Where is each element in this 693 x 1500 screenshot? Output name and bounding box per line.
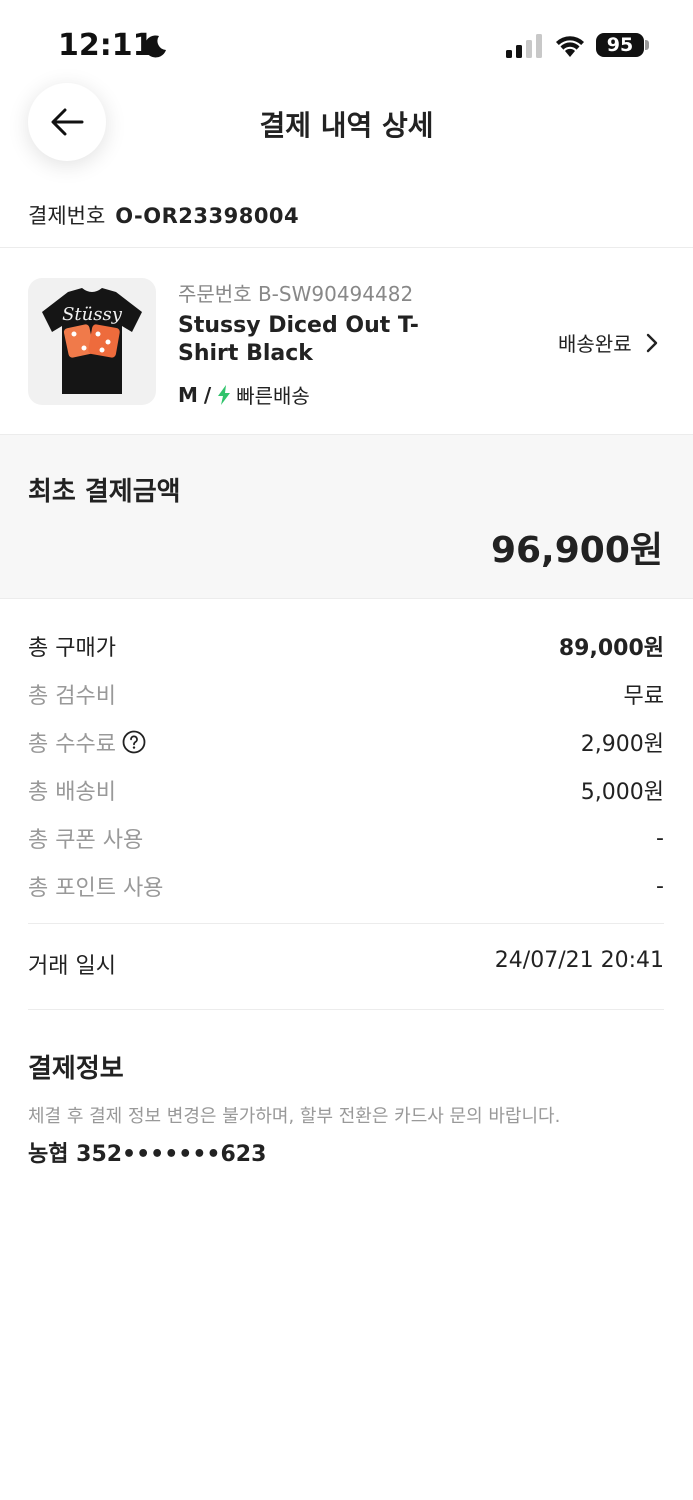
fast-shipping-label: 빠른배송	[236, 384, 310, 408]
payment-number-value: O-OR23398004	[115, 204, 300, 228]
delivery-status-label: 배송완료	[558, 332, 632, 356]
breakdown-value: -	[656, 825, 664, 851]
breakdown-row-inspection-fee: 총 검수비 무료	[28, 670, 664, 718]
status-bar: 12:11 95	[0, 0, 693, 80]
product-card[interactable]: Stüssy 주문번호 B-SW90494482 Stussy Diced Ou…	[0, 248, 693, 434]
product-thumbnail: Stüssy	[28, 278, 156, 405]
initial-payment-label: 최초 결제금액	[28, 477, 181, 507]
breakdown-value: -	[656, 873, 664, 899]
question-mark-icon[interactable]	[122, 730, 146, 754]
battery-cap	[645, 40, 649, 50]
breakdown-label-with-help: 총 수수료	[28, 726, 146, 758]
payment-breakdown: 총 구매가 89,000원 총 검수비 무료 총 수수료 2,900원 총 배송…	[28, 622, 664, 910]
breakdown-value: 89,000원	[558, 636, 664, 661]
stussy-logo-text: Stüssy	[62, 304, 123, 325]
chevron-right-icon	[646, 333, 657, 352]
breakdown-row-total-price: 총 구매가 89,000원	[28, 622, 664, 670]
wifi-icon	[556, 36, 584, 57]
payment-card-info: 농협 352•••••••623	[28, 1142, 267, 1167]
product-option: M / 빠른배송	[178, 380, 310, 409]
breakdown-row-commission: 총 수수료 2,900원	[28, 718, 664, 766]
breakdown-row-coupon: 총 쿠폰 사용 -	[28, 814, 664, 862]
breakdown-value: 무료	[623, 684, 664, 709]
trade-datetime-row: 거래 일시 24/07/21 20:41	[28, 948, 664, 980]
breakdown-label: 총 쿠폰 사용	[28, 828, 144, 853]
tshirt-image: Stüssy	[42, 288, 142, 394]
product-name: Stussy Diced Out T-Shirt Black	[178, 313, 419, 366]
lightning-bolt-icon	[218, 384, 231, 405]
initial-payment-amount: 96,900원	[490, 530, 663, 571]
product-size: M	[178, 382, 198, 407]
page-title: 결제 내역 상세	[259, 109, 434, 142]
delivery-status-link[interactable]: 배송완료	[558, 328, 660, 357]
order-number: 주문번호 B-SW90494482	[178, 282, 414, 306]
payment-info-title: 결제정보	[28, 1054, 124, 1084]
battery-indicator: 95	[596, 33, 644, 57]
status-time: 12:11	[58, 28, 154, 63]
initial-payment-section: 최초 결제금액 96,900원	[0, 434, 693, 599]
cellular-signal-icon	[506, 34, 542, 58]
payment-number: 결제번호 O-OR23398004	[28, 200, 299, 230]
payment-number-label: 결제번호	[28, 204, 106, 228]
breakdown-value: 5,000원	[580, 780, 664, 805]
breakdown-label: 총 수수료	[28, 732, 116, 757]
trade-datetime-value: 24/07/21 20:41	[494, 948, 664, 973]
breakdown-value: 2,900원	[580, 732, 664, 757]
trade-datetime-label: 거래 일시	[28, 954, 116, 979]
breakdown-label: 총 포인트 사용	[28, 876, 164, 901]
breakdown-label: 총 배송비	[28, 780, 116, 805]
breakdown-label: 총 검수비	[28, 684, 116, 709]
divider	[28, 923, 664, 924]
breakdown-label: 총 구매가	[28, 636, 116, 661]
breakdown-row-points: 총 포인트 사용 -	[28, 862, 664, 910]
option-separator: /	[203, 382, 212, 407]
moon-icon	[144, 35, 166, 58]
payment-info-notice: 체결 후 결제 정보 변경은 불가하며, 할부 전환은 카드사 문의 바랍니다.	[28, 1106, 561, 1127]
divider	[28, 1009, 664, 1010]
breakdown-row-shipping-fee: 총 배송비 5,000원	[28, 766, 664, 814]
